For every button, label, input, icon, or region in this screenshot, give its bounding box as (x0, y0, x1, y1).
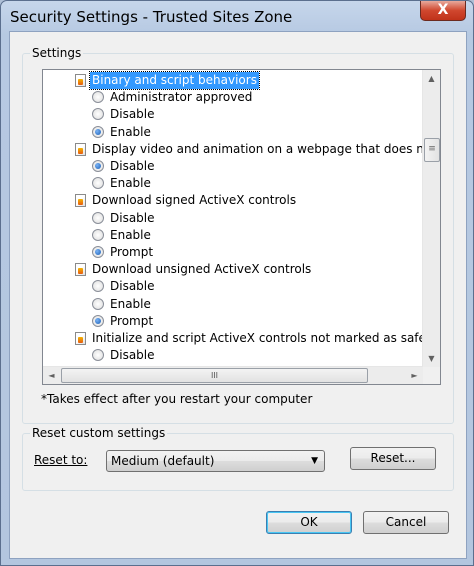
radio-checked-icon[interactable] (92, 125, 104, 138)
close-icon: X (437, 2, 449, 18)
setting-page-icon (75, 194, 86, 208)
reset-button[interactable]: Reset... (350, 447, 436, 470)
setting-page-icon (75, 142, 86, 156)
settings-list[interactable]: Binary and script behaviors Administrator… (42, 69, 441, 385)
setting-page-icon (75, 332, 86, 345)
setting-category-label: Binary and script behaviors (89, 71, 260, 90)
radio-unchecked-icon[interactable] (92, 91, 104, 104)
vertical-scrollbar[interactable]: ▲ ≡ ▼ (422, 70, 440, 367)
setting-option-label: Enable (110, 176, 151, 191)
setting-option-label: Disable (110, 210, 155, 225)
radio-unchecked-icon[interactable] (92, 297, 104, 310)
reset-to-label-text: Reset to: (34, 453, 88, 467)
setting-page-icon (75, 74, 86, 87)
scroll-left-button[interactable]: ◄ (43, 367, 60, 384)
settings-group-label: Settings (30, 46, 84, 60)
vertical-scroll-thumb[interactable]: ≡ (424, 138, 440, 162)
setting-option-label: Administrator approved (110, 90, 253, 105)
setting-option-label: Disable (110, 348, 155, 363)
radio-checked-icon[interactable] (92, 246, 104, 258)
radio-unchecked-icon[interactable] (92, 280, 104, 293)
radio-checked-icon[interactable] (92, 314, 104, 327)
ok-button[interactable]: OK (266, 511, 352, 534)
setting-option-label: Enable (110, 296, 151, 311)
setting-page-icon (75, 263, 86, 277)
reset-level-dropdown[interactable]: Medium (default) ▼ (106, 450, 325, 472)
scroll-down-button[interactable]: ▼ (423, 350, 440, 367)
horizontal-scroll-thumb[interactable]: III (61, 368, 368, 383)
cancel-button[interactable]: Cancel (363, 511, 449, 534)
horizontal-scrollbar[interactable]: ◄ III ► (43, 366, 423, 384)
close-button[interactable]: X (420, 1, 466, 21)
scrollbar-corner (423, 367, 440, 384)
restart-note: *Takes effect after you restart your com… (41, 392, 313, 406)
setting-option-label: Disable (110, 107, 155, 122)
setting-option-label: Disable (110, 279, 155, 294)
setting-category-label: Initialize and script ActiveX controls n… (92, 331, 441, 345)
setting-option-label: Prompt (110, 313, 154, 328)
scroll-right-button[interactable]: ► (406, 367, 423, 384)
radio-unchecked-icon[interactable] (92, 211, 104, 224)
window-title: Security Settings - Trusted Sites Zone (10, 8, 293, 26)
chevron-down-icon: ▼ (311, 456, 318, 466)
dialog-client-area: Settings Binary and script behaviors Admi… (9, 31, 467, 559)
setting-option-label: Enable (110, 124, 151, 139)
setting-option-label: Prompt (110, 245, 154, 259)
reset-level-value: Medium (default) (111, 454, 215, 468)
setting-category-label: Download unsigned ActiveX controls (92, 262, 312, 277)
reset-to-label: Reset to: (34, 453, 87, 467)
dialog-window: Security Settings - Trusted Sites Zone X… (0, 0, 474, 566)
setting-option-label: Enable (110, 227, 151, 242)
setting-category-label: Download signed ActiveX controls (92, 193, 297, 208)
radio-unchecked-icon[interactable] (92, 177, 104, 190)
radio-checked-icon[interactable] (92, 160, 104, 172)
setting-category-label: Display video and animation on a webpage… (92, 141, 441, 156)
radio-unchecked-icon[interactable] (92, 108, 104, 121)
reset-group-label: Reset custom settings (30, 426, 168, 440)
scroll-up-button[interactable]: ▲ (423, 70, 440, 87)
thumb-grip-icon: ≡ (428, 144, 436, 154)
radio-unchecked-icon[interactable] (92, 228, 104, 241)
radio-unchecked-icon[interactable] (92, 349, 104, 362)
setting-option-label: Disable (110, 159, 155, 173)
